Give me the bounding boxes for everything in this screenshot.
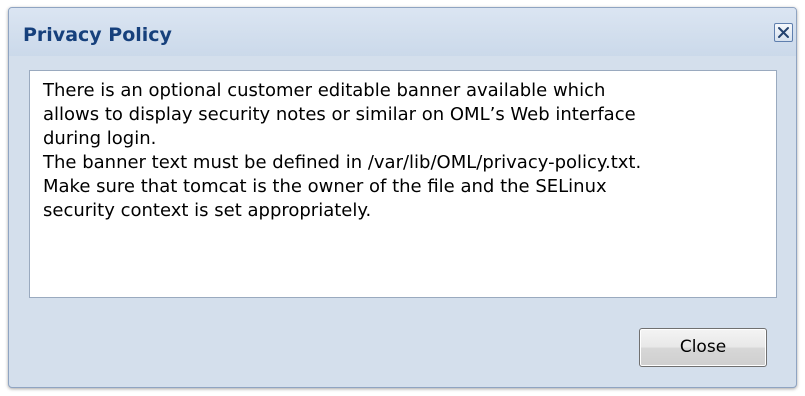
privacy-policy-dialog: Privacy Policy There is an optional cust… [8, 7, 797, 388]
close-x-glyph [778, 27, 789, 38]
close-button[interactable]: Close [639, 328, 767, 367]
message-line: during login. [43, 128, 157, 149]
message-panel: There is an optional customer editable b… [29, 70, 777, 298]
dialog-titlebar[interactable]: Privacy Policy [9, 8, 796, 56]
close-icon[interactable] [774, 23, 793, 42]
message-line: Make sure that tomcat is the owner of th… [43, 176, 607, 197]
message-line: security context is set appropriately. [43, 200, 372, 221]
message-text: There is an optional customer editable b… [43, 79, 767, 223]
message-line: There is an optional customer editable b… [43, 80, 606, 101]
message-line: The banner text must be defined in /var/… [43, 152, 642, 173]
dialog-title: Privacy Policy [23, 24, 172, 46]
message-line: allows to display security notes or simi… [43, 104, 636, 125]
